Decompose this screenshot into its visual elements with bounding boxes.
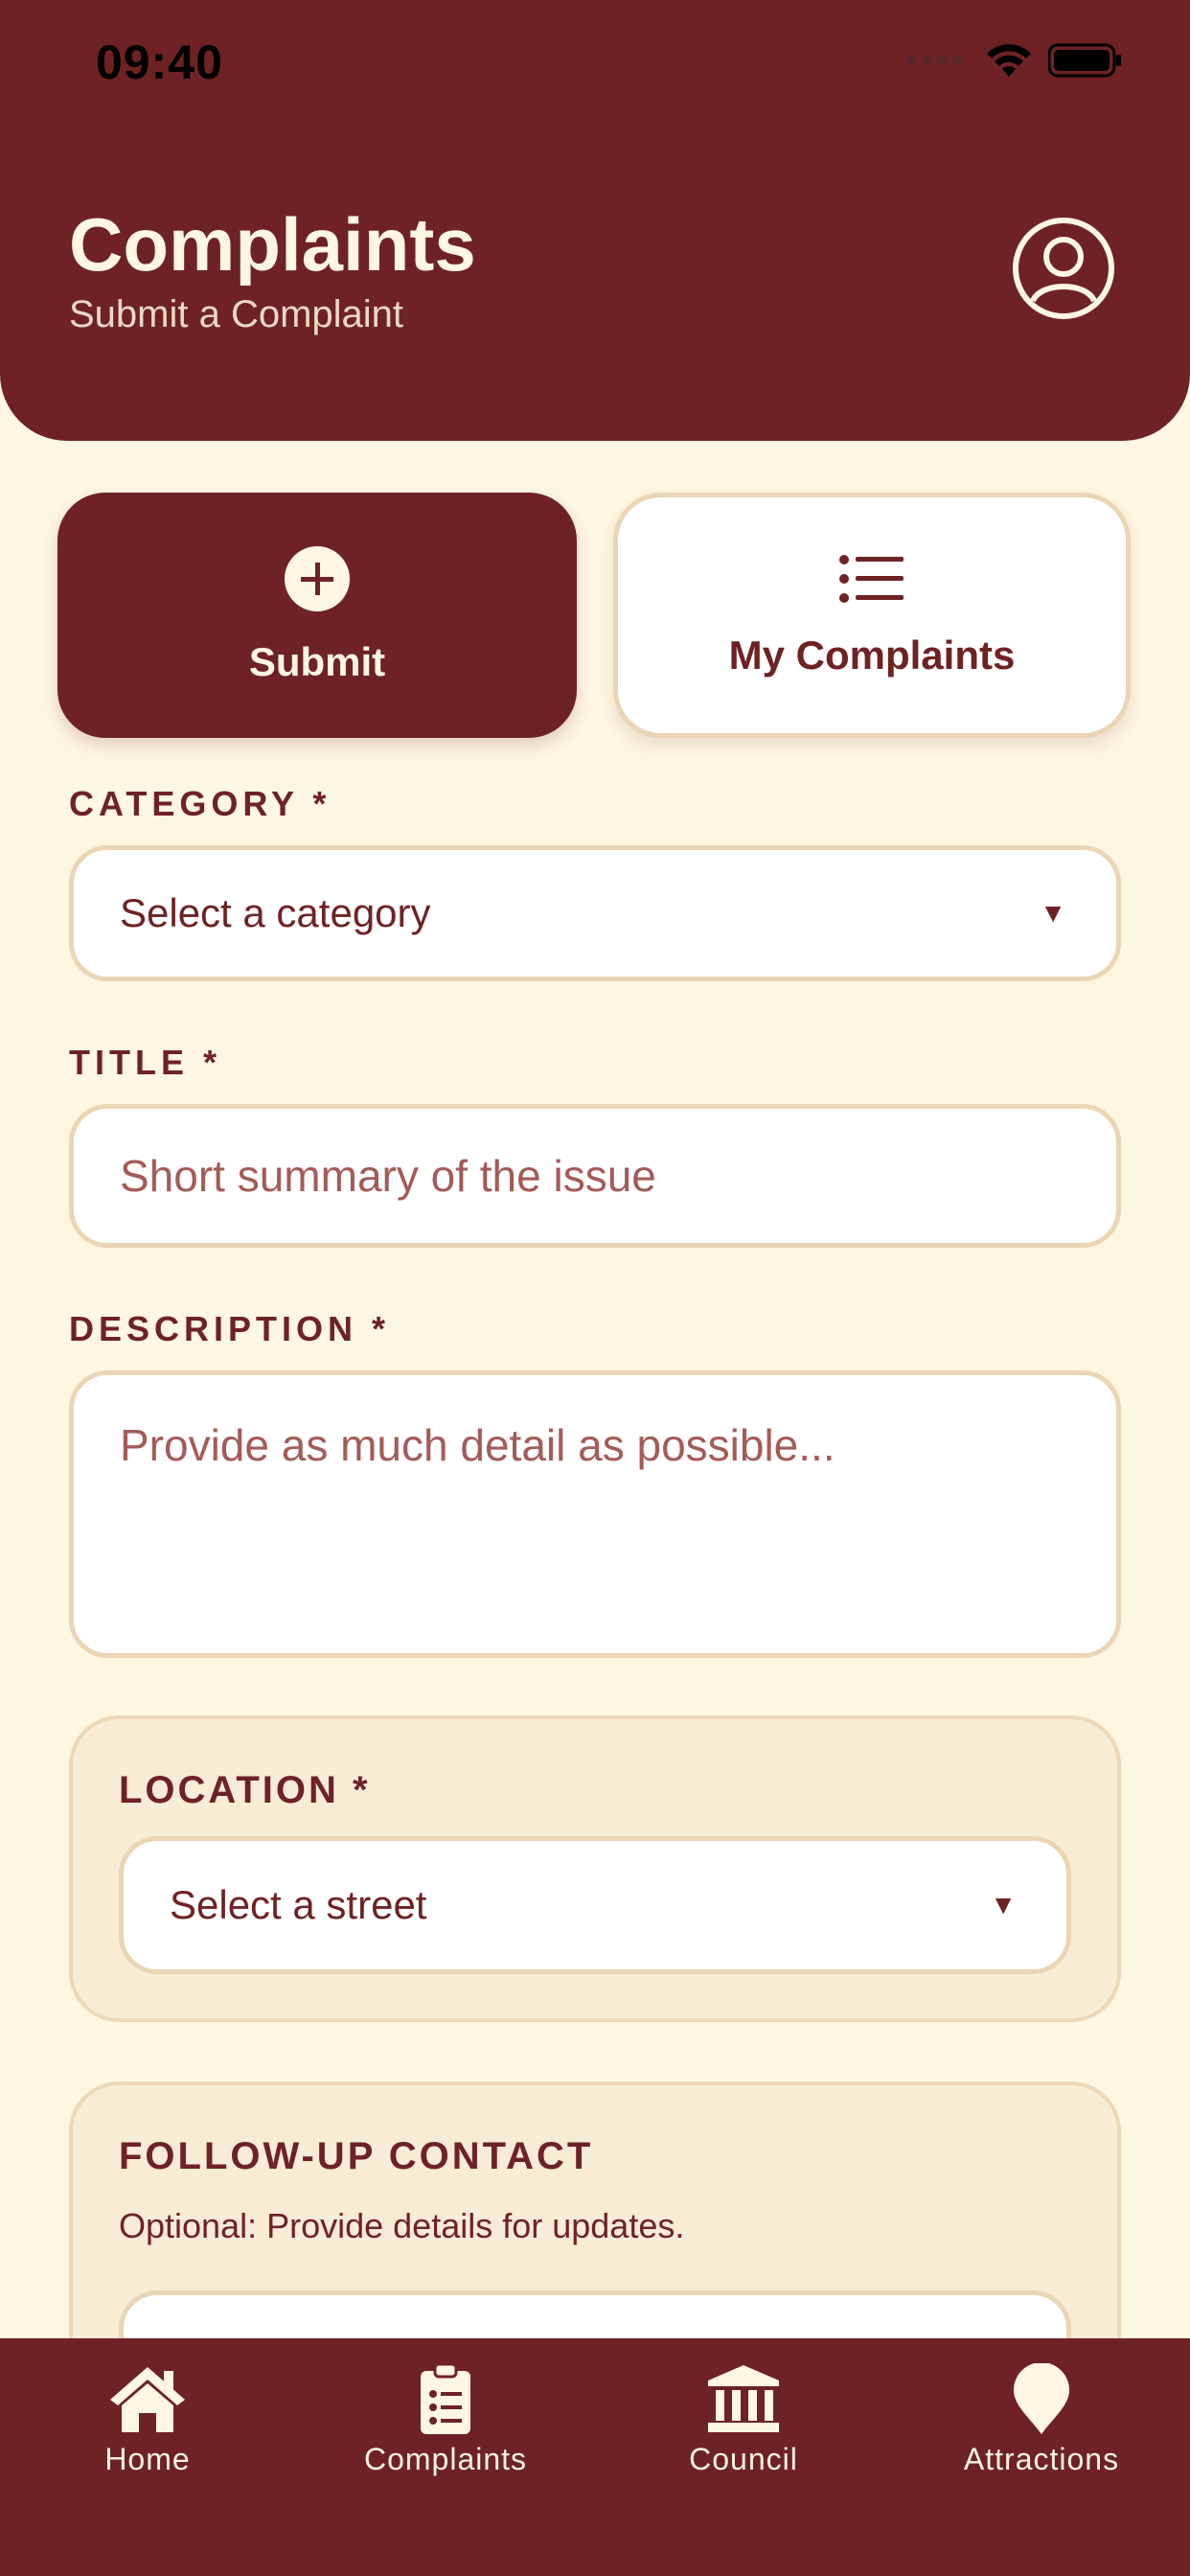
nav-item-home[interactable]: Home — [33, 2363, 263, 2477]
landmark-icon — [708, 2365, 779, 2432]
status-time: 09:40 — [96, 35, 223, 89]
nav-label-complaints: Complaints — [363, 2442, 528, 2476]
bottom-navigation: Home Complaints Council Attractions — [0, 2338, 1190, 2576]
home-icon — [110, 2367, 185, 2432]
plus-circle-icon — [285, 546, 350, 611]
page-title: Complaints — [69, 202, 476, 287]
description-label: DESCRIPTION * — [69, 1309, 391, 1348]
nav-item-complaints[interactable]: Complaints — [331, 2363, 561, 2477]
signal-icon — [906, 56, 962, 65]
category-select-value: Select a category — [120, 890, 431, 935]
title-input[interactable]: Short summary of the issue — [69, 1104, 1121, 1248]
submit-tab-button[interactable]: Submit — [57, 493, 577, 738]
my-complaints-tab-button[interactable]: My Complaints — [613, 493, 1131, 738]
status-icons — [906, 42, 1123, 79]
follow-up-label: FOLLOW-UP CONTACT — [119, 2135, 594, 2177]
dropdown-caret-icon: ▼ — [1040, 898, 1066, 928]
user-circle-icon — [1013, 218, 1114, 319]
battery-icon — [1048, 43, 1121, 78]
location-select-value: Select a street — [170, 1882, 427, 1927]
description-textarea-placeholder: Provide as much detail as possible... — [120, 1420, 835, 1470]
title-input-placeholder: Short summary of the issue — [120, 1151, 656, 1201]
location-select[interactable]: Select a street ▼ — [119, 1836, 1071, 1974]
category-select[interactable]: Select a category ▼ — [69, 845, 1121, 981]
profile-button[interactable] — [1012, 217, 1115, 320]
dropdown-caret-icon: ▼ — [990, 1890, 1017, 1920]
map-pin-icon — [1014, 2363, 1069, 2434]
nav-item-attractions[interactable]: Attractions — [927, 2363, 1156, 2477]
description-textarea[interactable]: Provide as much detail as possible... — [69, 1370, 1121, 1658]
nav-item-council[interactable]: Council — [629, 2363, 858, 2477]
page-subtitle: Submit a Complaint — [69, 293, 404, 335]
location-label: LOCATION * — [119, 1769, 371, 1811]
submit-tab-label: Submit — [248, 639, 386, 684]
title-label: TITLE * — [69, 1043, 221, 1082]
nav-label-attractions: Attractions — [963, 2442, 1120, 2476]
wifi-icon — [987, 44, 1031, 77]
list-icon — [839, 555, 904, 603]
nav-label-council: Council — [689, 2442, 798, 2476]
clipboard-list-icon — [421, 2363, 470, 2434]
my-complaints-tab-label: My Complaints — [728, 632, 1016, 678]
follow-up-hint: Optional: Provide details for updates. — [119, 2206, 685, 2245]
category-label: CATEGORY * — [69, 784, 332, 823]
nav-label-home: Home — [104, 2442, 191, 2476]
